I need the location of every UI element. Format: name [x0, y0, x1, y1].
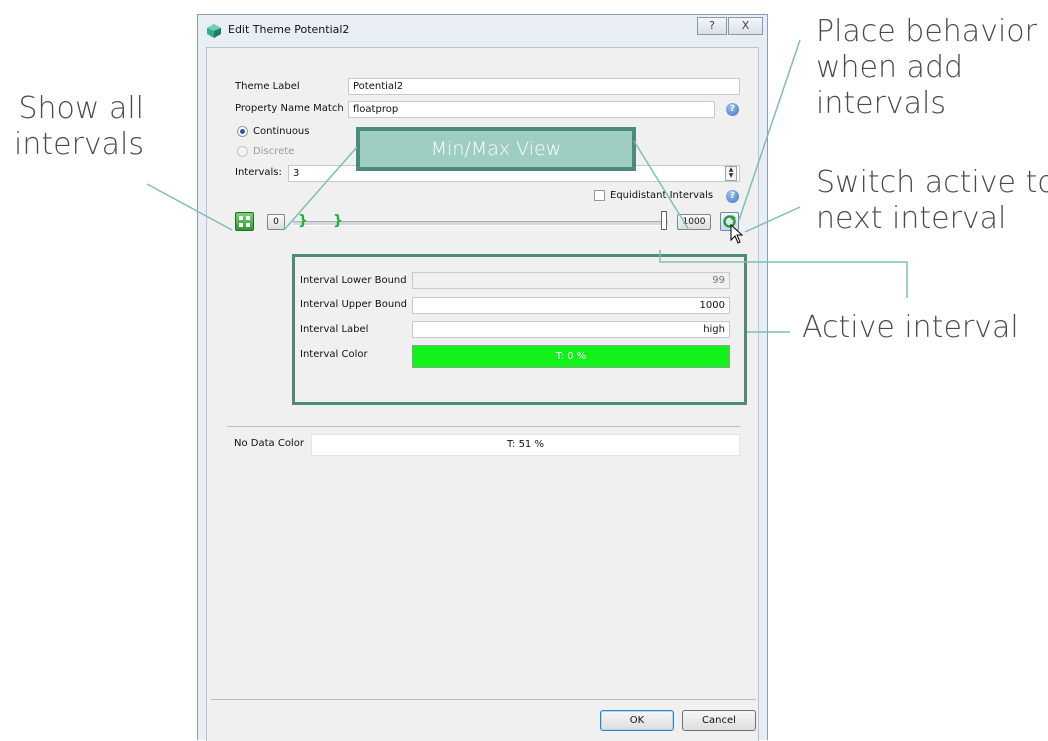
property-name-input[interactable]: floatprop	[348, 101, 715, 118]
continuous-radio[interactable]	[237, 126, 248, 137]
interval-marker-1[interactable]: }	[298, 213, 308, 229]
active-interval-handle[interactable]	[661, 211, 667, 230]
intervals-label: Intervals:	[235, 167, 282, 178]
property-help-icon[interactable]: ?	[726, 103, 739, 116]
interval-slider-track[interactable]	[293, 221, 668, 226]
theme-label-input[interactable]: Potential2	[348, 78, 740, 95]
property-name-label: Property Name Match	[235, 103, 344, 114]
max-value-button[interactable]: 1000	[677, 214, 711, 230]
discrete-label: Discrete	[253, 146, 295, 157]
discrete-radio[interactable]	[237, 146, 248, 157]
expand-icon	[239, 216, 250, 227]
dialog-title: Edit Theme Potential2	[228, 23, 350, 36]
mouse-cursor-icon	[730, 224, 744, 244]
divider-bottom	[211, 699, 756, 700]
no-data-color-text: T: 51 %	[507, 439, 544, 450]
annotation-show-all: Show all intervals	[14, 91, 145, 162]
cancel-button[interactable]: Cancel	[682, 710, 756, 731]
no-data-color-label: No Data Color	[234, 438, 304, 449]
equidistant-checkbox[interactable]	[594, 190, 605, 201]
app-icon	[207, 24, 221, 38]
interval-marker-2[interactable]: }	[333, 213, 343, 229]
close-button[interactable]: X	[728, 17, 763, 35]
continuous-label: Continuous	[253, 126, 310, 137]
divider-top	[227, 426, 740, 427]
active-interval-highlight	[292, 254, 747, 405]
help-button[interactable]: ?	[697, 17, 727, 35]
annotation-place-behavior: Place behavior when add intervals	[816, 14, 1037, 121]
show-all-intervals-button[interactable]	[235, 212, 254, 231]
no-data-color-swatch[interactable]: T: 51 %	[311, 434, 740, 456]
annotation-switch-active: Switch active to next interval	[816, 165, 1048, 236]
intervals-spinner[interactable]: ▲ ▼	[725, 166, 737, 181]
equidistant-help-icon[interactable]: ?	[726, 190, 739, 203]
min-value-button[interactable]: 0	[267, 214, 285, 230]
min-max-view-callout: Min/Max View	[356, 127, 636, 171]
annotation-active-interval: Active interval	[802, 310, 1019, 345]
theme-label-label: Theme Label	[235, 81, 300, 92]
title-bar: Edit Theme Potential2 ? X	[198, 15, 767, 47]
ok-button[interactable]: OK	[600, 710, 674, 731]
equidistant-label: Equidistant Intervals	[610, 190, 714, 201]
